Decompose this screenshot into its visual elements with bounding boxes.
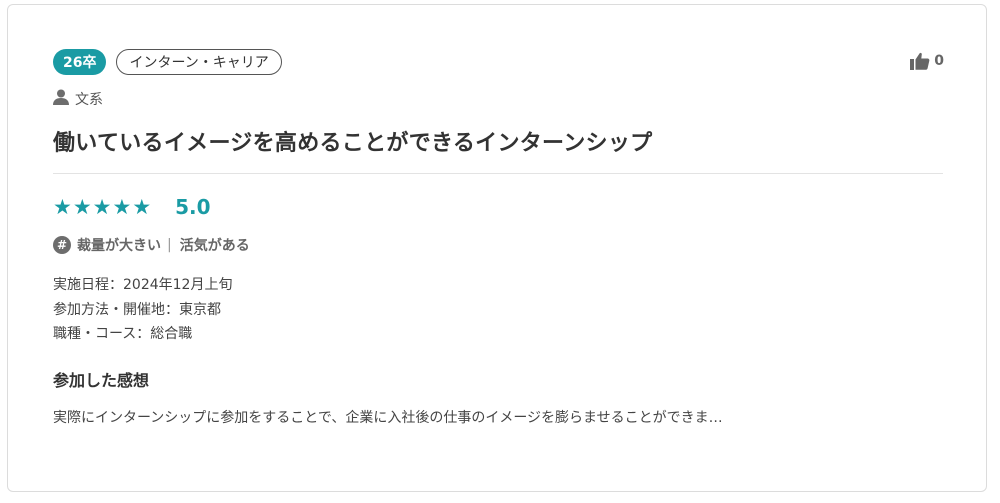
detail-method-location: 参加方法・開催地：東京都 [53, 301, 221, 318]
rating-row: ★ ★ ★ ★ ★ 5.0 [53, 195, 211, 219]
star-icon: ★ [132, 194, 152, 219]
review-card[interactable]: 26卒 インターン・キャリア 0 文系 働いているイメージを高めることができるイ… [7, 4, 987, 492]
reviewer-info: 文系 [53, 89, 103, 109]
star-icon: ★ [92, 194, 112, 219]
detail-date: 実施日程：2024年12月上旬 [53, 277, 233, 293]
internship-details: 実施日程：2024年12月上旬 参加方法・開催地：東京都 職種・コース：総合職 [53, 273, 232, 347]
rating-score: 5.0 [175, 195, 211, 219]
hash-icon: # [53, 236, 71, 254]
feature-tags: # 裁量が大きい | 活気がある [53, 235, 250, 255]
review-tags-row: 26卒 インターン・キャリア [53, 49, 282, 75]
star-icon: ★ [53, 194, 72, 219]
tag-separator: | [167, 237, 172, 253]
detail-job-course: 職種・コース：総合職 [53, 326, 193, 342]
impressions-excerpt[interactable]: 実際にインターンシップに参加をすることで、企業に入社後の仕事のイメージを膨らませ… [53, 407, 723, 427]
person-icon [53, 89, 69, 109]
star-icon: ★ [112, 194, 132, 219]
impressions-heading: 参加した感想 [53, 371, 150, 390]
divider [53, 173, 943, 174]
category-pill[interactable]: インターン・キャリア [116, 49, 282, 75]
star-icon: ★ [72, 194, 92, 219]
reviewer-type: 文系 [75, 92, 103, 108]
feature-tag: 活気がある [179, 238, 250, 254]
thumbs-up-icon [910, 52, 930, 70]
like-count: 0 [934, 53, 944, 69]
review-title[interactable]: 働いているイメージを高めることができるインターンシップ [53, 125, 652, 157]
like-button[interactable]: 0 [910, 52, 944, 70]
star-rating: ★ ★ ★ ★ ★ [53, 194, 152, 219]
feature-tag: 裁量が大きい [77, 238, 161, 254]
graduation-year-badge: 26卒 [53, 49, 107, 75]
